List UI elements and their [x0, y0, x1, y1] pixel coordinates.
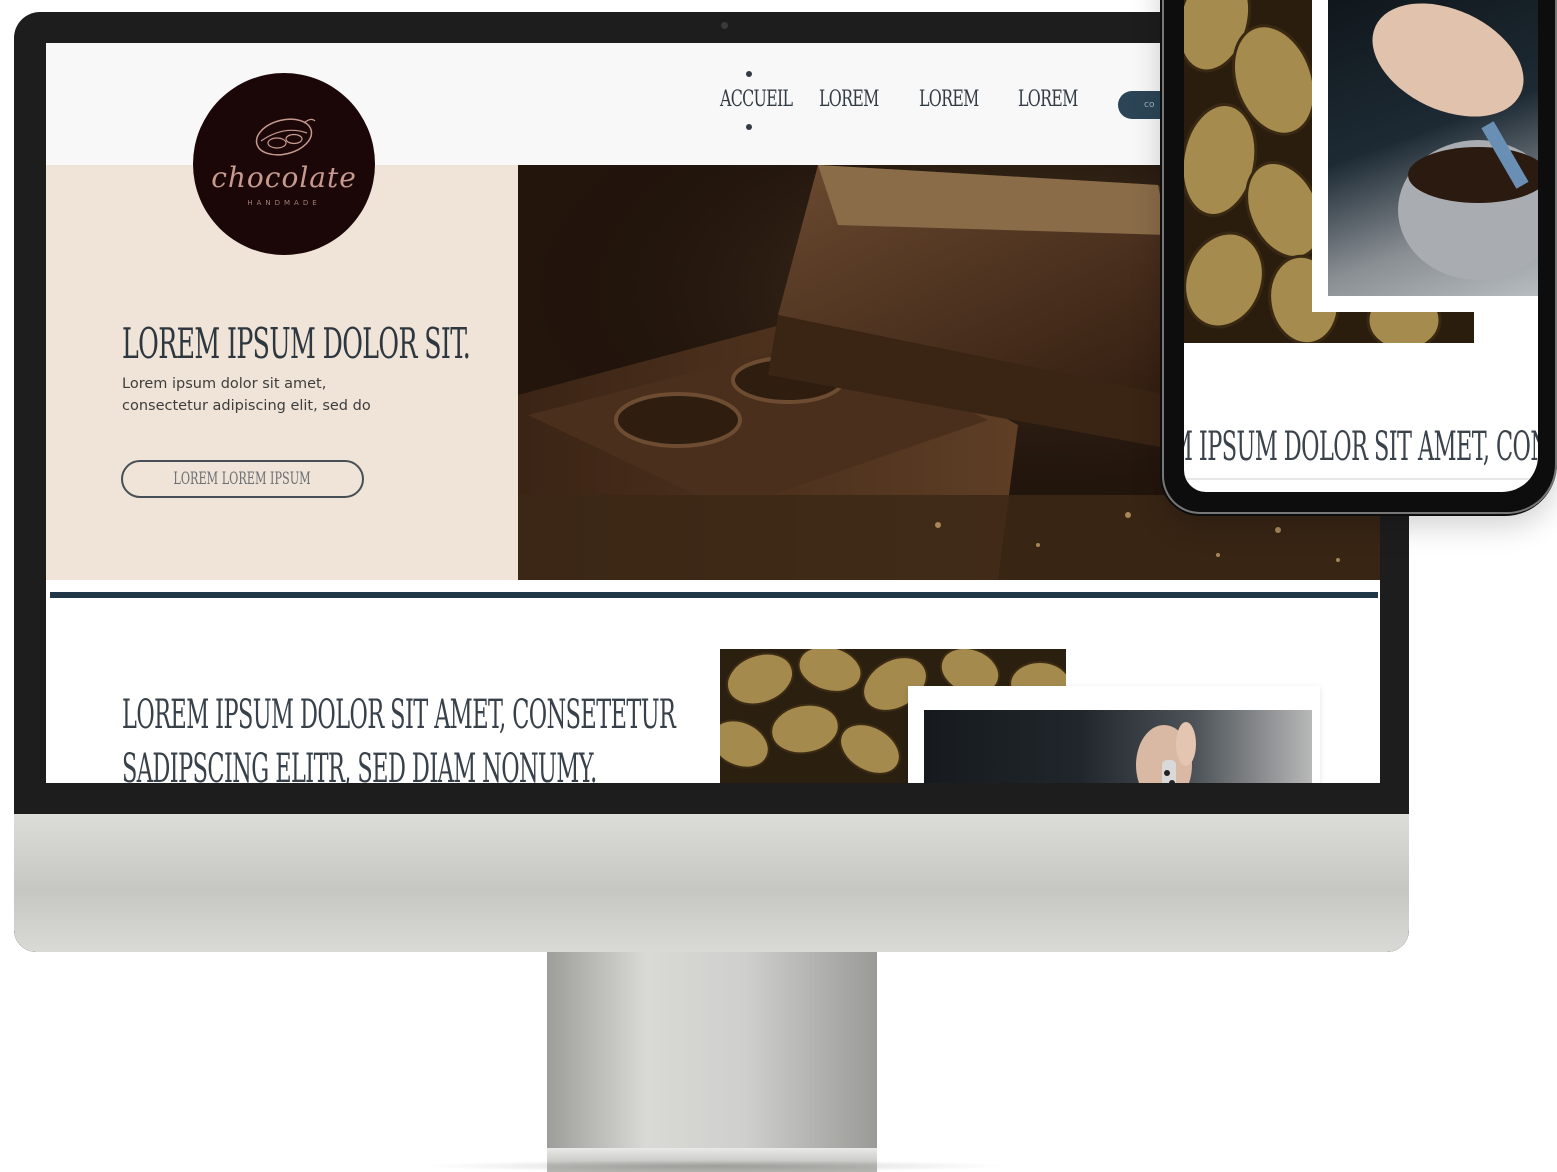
hands-mixing-chocolate-image	[924, 710, 1312, 783]
active-indicator-dot	[746, 124, 752, 130]
section-title-line: sadipscing elitr, sed diam nonumy.	[122, 746, 597, 783]
section-title-line: Lorem ipsum dolor sit amet, consetetur	[122, 692, 676, 738]
hero-cta-label: Lorem lorem ipsum	[173, 469, 312, 489]
cocoa-pod-icon	[255, 118, 316, 156]
hero-cta-button[interactable]: Lorem lorem ipsum	[121, 460, 364, 498]
section-title: Lorem ipsum dolor sit amet, consetetur s…	[122, 688, 676, 783]
section-divider	[50, 592, 1378, 598]
monitor-stand	[547, 952, 877, 1148]
chocolate-logo[interactable]: chocolate HANDMADE	[193, 73, 375, 255]
phone-section-title: m ipsum dolor sit amet, conset	[1184, 424, 1538, 470]
nav-item-lorem-1[interactable]: Lorem	[819, 87, 879, 112]
monitor-chin	[14, 814, 1409, 952]
logo-wordmark: chocolate	[211, 161, 357, 194]
phone-screen: m ipsum dolor sit amet, conset	[1184, 0, 1538, 492]
nav-item-lorem-3[interactable]: Lorem	[1018, 87, 1078, 112]
phone-divider	[1184, 478, 1538, 480]
hero-text: Lorem ipsum dolor sit amet, consectetur …	[122, 373, 392, 417]
stand-shadow	[420, 1160, 1010, 1172]
camera-dot	[721, 22, 728, 29]
nav-item-lorem-2[interactable]: Lorem	[919, 87, 979, 112]
hands-mixing-chocolate-image	[1328, 0, 1538, 296]
logo-tagline: HANDMADE	[247, 199, 321, 207]
active-indicator-dot	[746, 71, 752, 77]
hero-text-line: Lorem ipsum dolor sit amet,	[122, 376, 327, 392]
hands-bowl-illustration	[1372, 3, 1538, 280]
nav-item-accueil[interactable]: Accueil	[720, 87, 793, 112]
hero-text-line: consectetur adipiscing elit, sed do	[122, 398, 371, 414]
hero-title: Lorem ipsum dolor sit.	[122, 319, 471, 368]
hands-illustration	[1136, 722, 1196, 783]
phone-device: m ipsum dolor sit amet, conset	[1160, 0, 1557, 516]
